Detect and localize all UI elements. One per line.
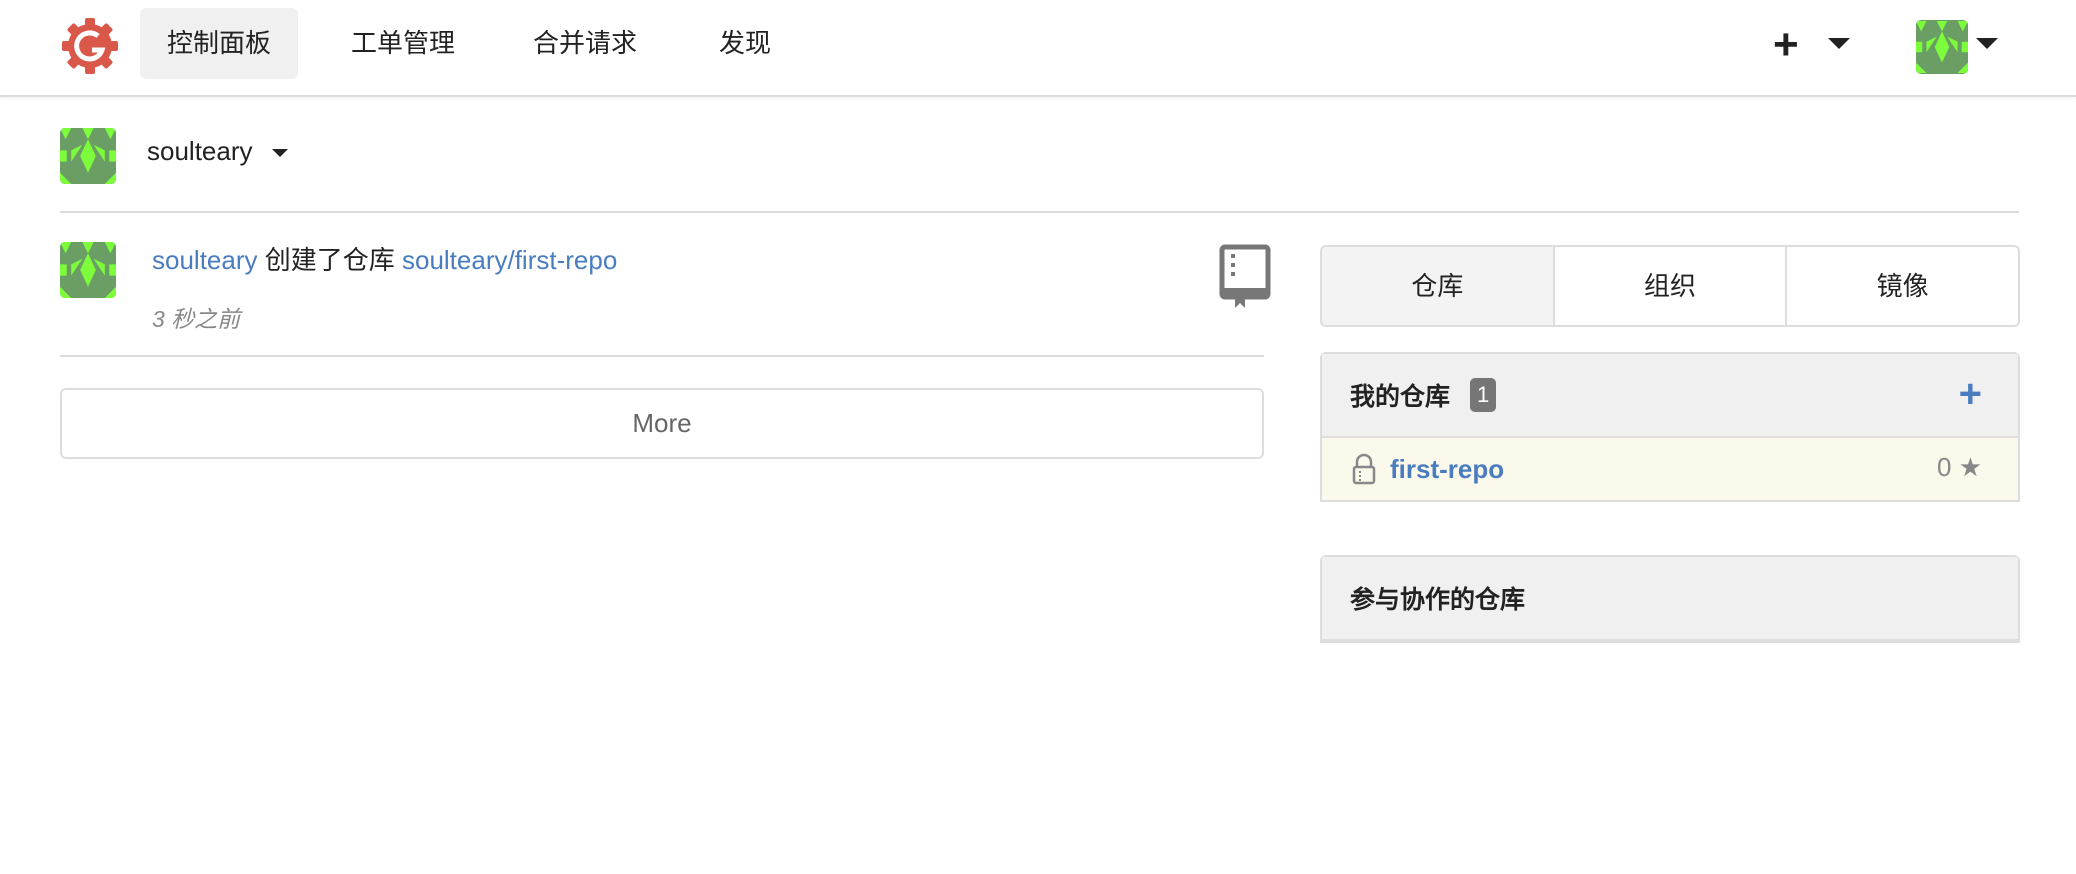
repo-link[interactable]: first-repo <box>1390 454 1504 485</box>
tab-repositories[interactable]: 仓库 <box>1322 247 1555 325</box>
collab-repos-title: 参与协作的仓库 <box>1350 586 1526 614</box>
user-menu-caret-icon[interactable] <box>1976 38 1998 49</box>
create-caret-icon[interactable] <box>1828 38 1850 49</box>
collab-repos-panel: 参与协作的仓库 <box>1320 555 2020 643</box>
lock-icon <box>1352 453 1376 485</box>
repo-book-icon <box>1219 244 1271 308</box>
context-user-name: soulteary <box>147 136 253 166</box>
nav-issues[interactable]: 工单管理 <box>324 8 482 79</box>
add-repo-button[interactable]: + <box>1959 372 1982 417</box>
tab-organizations[interactable]: 组织 <box>1555 247 1788 325</box>
gitea-logo-icon[interactable] <box>58 14 122 78</box>
nav-explore[interactable]: 发现 <box>692 8 798 79</box>
divider <box>60 211 2019 213</box>
tab-mirrors[interactable]: 镜像 <box>1787 247 2018 325</box>
repo-stars: 0 ★ <box>1937 452 1982 483</box>
feed-repo-link[interactable]: soulteary/first-repo <box>402 245 617 275</box>
feed-avatar[interactable] <box>60 242 116 298</box>
create-new-button[interactable]: + <box>1773 20 1799 70</box>
divider <box>60 355 1264 357</box>
user-menu-avatar[interactable] <box>1916 20 1968 74</box>
sidebar-tabs: 仓库 组织 镜像 <box>1320 245 2020 327</box>
repo-list-item[interactable]: first-repo 0 ★ <box>1322 436 2018 500</box>
feed-actor-link[interactable]: soulteary <box>152 245 258 275</box>
repo-count-badge: 1 <box>1470 378 1497 412</box>
star-icon: ★ <box>1958 452 1982 482</box>
nav-pull-requests[interactable]: 合并请求 <box>506 8 664 79</box>
chevron-down-icon <box>271 149 288 158</box>
star-count: 0 <box>1936 452 1952 482</box>
context-switcher[interactable]: soulteary <box>147 136 288 167</box>
more-button[interactable]: More <box>60 388 1264 459</box>
my-repos-panel: 我的仓库 1 + first-repo 0 ★ <box>1320 352 2020 502</box>
feed-item-text: soulteary 创建了仓库 soulteary/first-repo <box>152 240 617 277</box>
my-repos-title: 我的仓库 <box>1350 383 1451 411</box>
top-navbar: 控制面板 工单管理 合并请求 发现 + <box>0 0 2076 97</box>
feed-time: 3 秒之前 <box>152 306 241 332</box>
context-user-avatar <box>60 128 116 184</box>
feed-action: 创建了仓库 <box>264 245 395 275</box>
plus-icon: + <box>1773 20 1799 69</box>
nav-dashboard[interactable]: 控制面板 <box>140 8 299 79</box>
